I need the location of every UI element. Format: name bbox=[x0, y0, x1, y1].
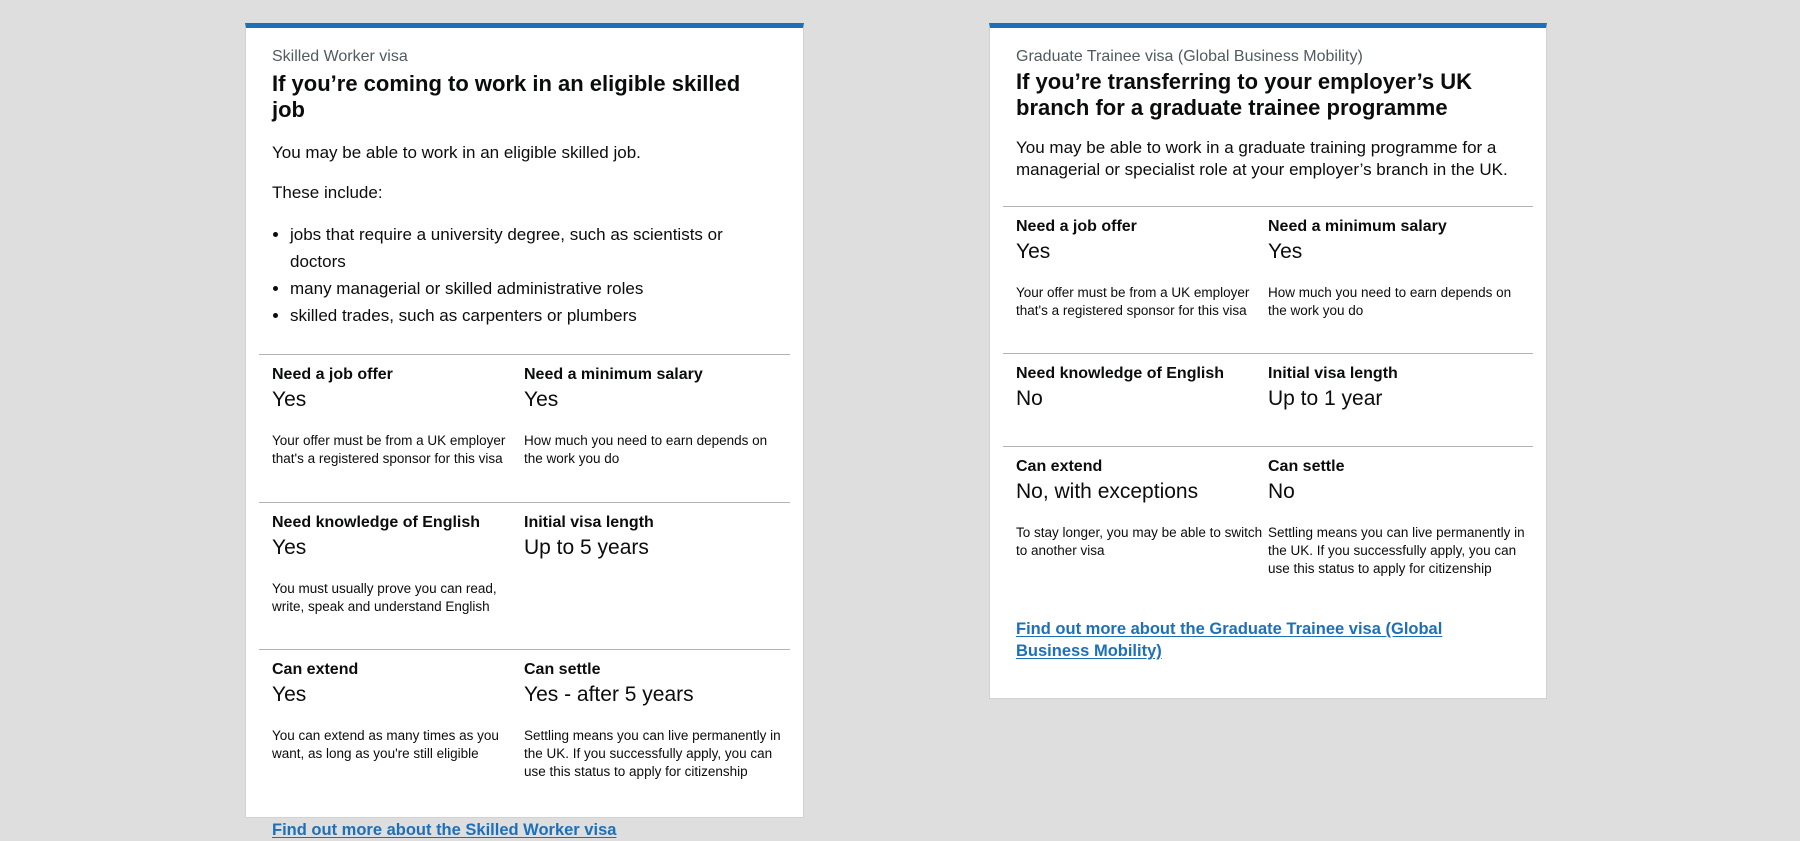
fact-value: Yes bbox=[524, 388, 559, 411]
fact-label: Need a minimum salary bbox=[1268, 218, 1447, 235]
fact-extend: Can extend Yes You can extend as many ti… bbox=[259, 660, 524, 819]
visa-heading: If you’re coming to work in an eligible … bbox=[272, 71, 741, 122]
fact-label: Can settle bbox=[1268, 458, 1345, 475]
fact-row: Need knowledge of English No Initial vis… bbox=[1003, 353, 1533, 446]
fact-value: Yes bbox=[272, 388, 307, 411]
fact-row: Need a job offer Yes Your offer must be … bbox=[1003, 206, 1533, 353]
fact-note: Settling means you can live permanently … bbox=[1268, 525, 1525, 576]
fact-label: Can settle bbox=[524, 661, 601, 678]
visa-card-graduate-trainee: Graduate Trainee visa (Global Business M… bbox=[989, 23, 1547, 699]
list-item: many managerial or skilled administrativ… bbox=[290, 275, 777, 302]
fact-label: Need knowledge of English bbox=[272, 514, 481, 531]
visa-intro: You may be able to work in a graduate tr… bbox=[1016, 138, 1508, 179]
list-intro: These include: bbox=[272, 183, 383, 202]
fact-job-offer: Need a job offer Yes Your offer must be … bbox=[1003, 217, 1268, 353]
fact-note: Your offer must be from a UK employer th… bbox=[272, 433, 506, 466]
visa-facts: Need a job offer Yes Your offer must be … bbox=[990, 206, 1546, 626]
fact-job-offer: Need a job offer Yes Your offer must be … bbox=[259, 365, 524, 502]
visa-caption: Graduate Trainee visa (Global Business M… bbox=[1016, 48, 1363, 65]
fact-extend: Can extend No, with exceptions To stay l… bbox=[1003, 457, 1268, 626]
fact-note: You must usually prove you can read, wri… bbox=[272, 581, 497, 614]
fact-value: Yes bbox=[272, 683, 307, 706]
fact-settle: Can settle No Settling means you can liv… bbox=[1268, 457, 1533, 626]
skilled-worker-more-link[interactable]: Find out more about the Skilled Worker v… bbox=[272, 819, 777, 841]
eligible-jobs-list: jobs that require a university degree, s… bbox=[272, 221, 777, 329]
fact-label: Need a job offer bbox=[1016, 218, 1137, 235]
fact-english: Need knowledge of English No bbox=[1003, 364, 1268, 446]
fact-label: Need a job offer bbox=[272, 366, 393, 383]
fact-label: Can extend bbox=[272, 661, 359, 678]
visa-caption: Skilled Worker visa bbox=[272, 48, 408, 65]
fact-note: You can extend as many times as you want… bbox=[272, 728, 499, 761]
visa-intro: You may be able to work in an eligible s… bbox=[272, 143, 641, 162]
fact-label: Need a minimum salary bbox=[524, 366, 703, 383]
fact-value: Yes - after 5 years bbox=[524, 683, 694, 706]
fact-note: How much you need to earn depends on the… bbox=[524, 433, 768, 466]
fact-minimum-salary: Need a minimum salary Yes How much you n… bbox=[1268, 217, 1533, 353]
fact-value: No, with exceptions bbox=[1016, 480, 1199, 503]
fact-note: Settling means you can live permanently … bbox=[524, 728, 781, 779]
list-item: jobs that require a university degree, s… bbox=[290, 221, 777, 275]
fact-label: Initial visa length bbox=[524, 514, 654, 531]
visa-heading: If you’re transferring to your employer’… bbox=[1016, 69, 1472, 120]
fact-value: Up to 1 year bbox=[1268, 387, 1383, 410]
fact-value: Yes bbox=[1016, 240, 1051, 263]
fact-row: Need knowledge of English Yes You must u… bbox=[259, 502, 790, 649]
fact-row: Can extend Yes You can extend as many ti… bbox=[259, 649, 790, 819]
fact-english: Need knowledge of English Yes You must u… bbox=[259, 513, 524, 649]
visa-card-skilled-worker: Skilled Worker visa If you’re coming to … bbox=[245, 23, 804, 839]
visa-facts: Need a job offer Yes Your offer must be … bbox=[246, 354, 803, 819]
list-item: skilled trades, such as carpenters or pl… bbox=[290, 302, 777, 329]
fact-label: Initial visa length bbox=[1268, 365, 1398, 382]
fact-value: Up to 5 years bbox=[524, 536, 649, 559]
fact-value: No bbox=[1268, 480, 1295, 503]
fact-value: Yes bbox=[1268, 240, 1303, 263]
fact-label: Can extend bbox=[1016, 458, 1103, 475]
fact-note: How much you need to earn depends on the… bbox=[1268, 285, 1512, 318]
fact-label: Need knowledge of English bbox=[1016, 365, 1225, 382]
fact-row: Can extend No, with exceptions To stay l… bbox=[1003, 446, 1533, 626]
fact-visa-length: Initial visa length Up to 5 years bbox=[524, 513, 789, 649]
fact-visa-length: Initial visa length Up to 1 year bbox=[1268, 364, 1533, 446]
fact-value: Yes bbox=[272, 536, 307, 559]
fact-row: Need a job offer Yes Your offer must be … bbox=[259, 354, 790, 502]
fact-note: Your offer must be from a UK employer th… bbox=[1016, 285, 1250, 318]
fact-note: To stay longer, you may be able to switc… bbox=[1016, 525, 1263, 558]
fact-minimum-salary: Need a minimum salary Yes How much you n… bbox=[524, 365, 789, 502]
fact-settle: Can settle Yes - after 5 years Settling … bbox=[524, 660, 789, 819]
fact-value: No bbox=[1016, 387, 1043, 410]
